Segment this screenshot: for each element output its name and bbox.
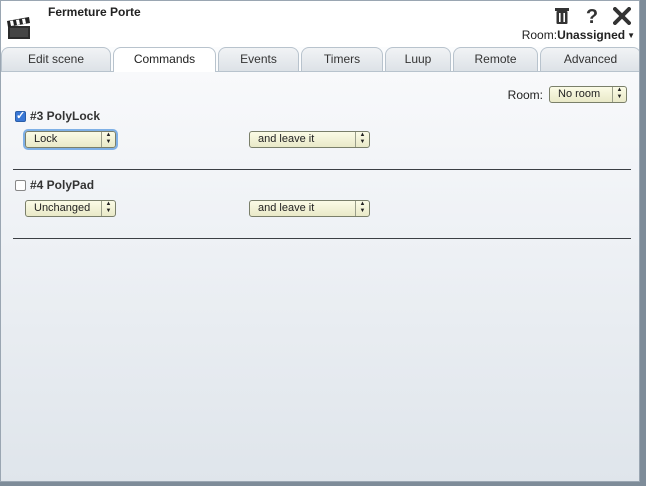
device-header: #3 PolyLock xyxy=(15,109,100,123)
select-arrows-icon: ▲ ▼ xyxy=(355,201,369,216)
device-row: #3 PolyLock Lock ▲▼ and leave it ▲▼ xyxy=(1,109,639,169)
device-name: #3 PolyLock xyxy=(30,109,101,123)
tab-events[interactable]: Events xyxy=(218,47,299,71)
svg-text:?: ? xyxy=(586,6,598,26)
header-icon-group: ? xyxy=(551,5,633,27)
scene-dialog: Fermeture Porte ? Room:Unassigned ▼ Edit… xyxy=(0,0,640,482)
after-value: and leave it xyxy=(258,202,315,214)
tab-timers[interactable]: Timers xyxy=(301,47,383,71)
device-3-command-select[interactable]: Lock ▲ ▼ xyxy=(25,131,116,148)
room-filter-select[interactable]: No room ▲ ▼ xyxy=(549,86,627,103)
room-filter: Room: No room ▲ ▼ xyxy=(508,86,627,103)
device-4-command-select[interactable]: Unchanged ▲ ▼ xyxy=(25,200,116,217)
help-icon[interactable]: ? xyxy=(581,5,603,27)
device-3-checkbox[interactable] xyxy=(15,109,26,122)
close-icon[interactable] xyxy=(611,5,633,27)
tab-bar: Edit scene Commands Events Timers Luup R… xyxy=(1,47,639,72)
select-arrows-icon: ▲ ▼ xyxy=(612,87,626,102)
device-4-after-select[interactable]: and leave it ▲ ▼ xyxy=(249,200,370,217)
device-row: #4 PolyPad Unchanged ▲ ▼ and leave it ▲ ▼ xyxy=(1,178,639,238)
command-value: Lock xyxy=(34,133,58,145)
select-arrows-icon: ▲ ▼ xyxy=(355,132,369,147)
dialog-header: Fermeture Porte ? Room:Unassigned ▼ xyxy=(1,1,639,47)
tab-advanced[interactable]: Advanced xyxy=(540,47,639,71)
trash-icon[interactable] xyxy=(551,5,573,27)
device-name: #4 PolyPad xyxy=(30,178,95,192)
dropdown-caret-icon: ▼ xyxy=(627,31,635,40)
device-divider xyxy=(13,169,631,170)
device-3-after-select[interactable]: and leave it ▲ ▼ xyxy=(249,131,370,148)
select-arrows-icon: ▲ ▼ xyxy=(101,132,115,147)
tab-edit-scene[interactable]: Edit scene xyxy=(1,47,111,71)
room-value: Unassigned xyxy=(557,28,626,42)
scene-clapper-icon xyxy=(7,17,30,39)
device-divider xyxy=(13,238,631,239)
scene-room-selector[interactable]: Room:Unassigned ▼ xyxy=(522,28,635,42)
room-filter-label: Room: xyxy=(507,87,543,102)
room-prefix-label: Room: xyxy=(521,28,558,42)
select-arrows-icon: ▲ ▼ xyxy=(101,201,115,216)
device-header: #4 PolyPad xyxy=(15,178,94,192)
commands-panel: Room: No room ▲▼ #3 PolyLock Lock ▲▼ and… xyxy=(1,72,639,481)
command-value: Unchanged xyxy=(34,202,91,214)
room-filter-value: No room xyxy=(558,88,601,100)
tab-luup[interactable]: Luup xyxy=(385,47,451,71)
tab-commands[interactable]: Commands xyxy=(113,47,216,72)
device-4-checkbox[interactable] xyxy=(15,179,26,191)
after-value: and leave it xyxy=(258,133,315,145)
tab-remote[interactable]: Remote xyxy=(453,47,538,71)
scene-title: Fermeture Porte xyxy=(48,5,141,19)
